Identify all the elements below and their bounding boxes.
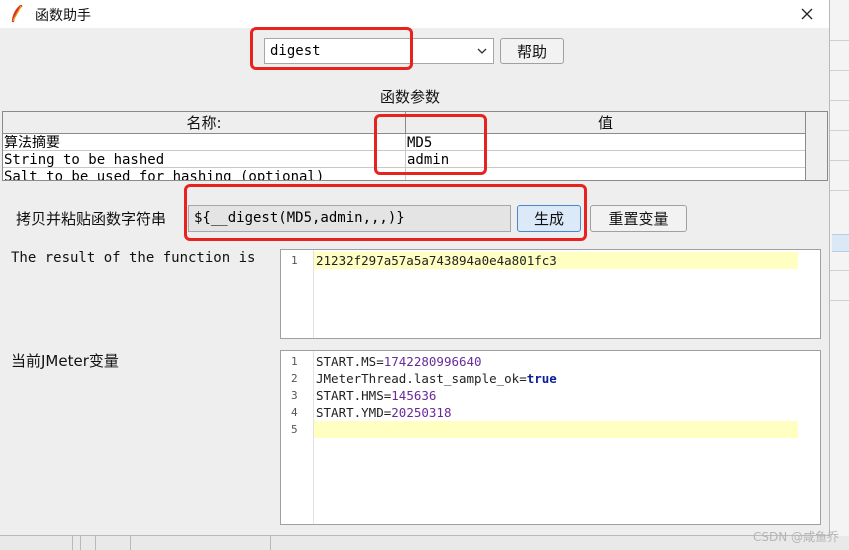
result-editor[interactable]: 1 21232f297a57a5a743894a0e4a801fc3 [280,249,821,339]
variable-line: START.MS=1742280996640 [316,354,482,369]
background-app-bottom [0,536,849,550]
variable-value: 145636 [391,388,437,403]
background-selected-row [832,234,849,252]
variable-key: START.HMS= [316,388,392,403]
result-label: The result of the function is [11,250,256,266]
variable-value: 20250318 [391,405,452,420]
variable-key: START.YMD= [316,405,392,420]
variable-line: START.YMD=20250318 [316,405,451,420]
line-number: 4 [291,406,298,419]
current-line-highlight [314,421,798,438]
parameters-title: 函数参数 [380,88,441,106]
title-bar: 函数助手 [0,0,829,28]
param-value[interactable]: admin [407,152,449,168]
function-select-value: digest [270,43,321,59]
function-string-label: 拷贝并粘贴函数字符串 [16,210,167,228]
variable-line: JMeterThread.last_sample_ok=true [316,371,557,386]
watermark: CSDN @咸鱼乔 [752,530,839,544]
chevron-down-icon [477,48,487,54]
window-title: 函数助手 [35,8,91,24]
feather-icon [11,5,23,23]
column-header-value[interactable]: 值 [406,112,806,134]
column-header-name[interactable]: 名称: [3,112,406,134]
help-button[interactable]: 帮助 [500,38,564,64]
function-string-field[interactable]: ${__digest(MD5,admin,,,)} [188,205,511,232]
line-number: 1 [291,254,298,267]
variable-key: JMeterThread.last_sample_ok= [316,371,527,386]
close-button[interactable] [785,0,829,28]
line-gutter: 1 2 3 4 5 [281,351,314,524]
table-scrollbar[interactable] [805,112,827,180]
result-value[interactable]: 21232f297a57a5a743894a0e4a801fc3 [316,253,557,268]
table-row[interactable]: 算法摘要 MD5 [3,135,806,151]
background-app-panel [830,0,849,550]
variable-value: 1742280996640 [383,354,482,369]
table-row[interactable]: String to be hashed admin [3,152,806,168]
line-number: 1 [291,355,298,368]
variable-key: START.MS= [316,354,384,369]
close-icon [801,8,813,20]
variable-line: START.HMS=145636 [316,388,436,403]
function-helper-dialog: 函数助手 digest 帮助 函数参数 名称: 值 算法摘要 MD5 Strin… [0,0,830,536]
function-select[interactable]: digest [264,38,494,64]
jmeter-variables-label: 当前JMeter变量 [11,352,119,370]
param-name: String to be hashed [4,152,165,168]
line-gutter: 1 [281,250,314,338]
parameters-table: 名称: 值 算法摘要 MD5 String to be hashed admin… [2,111,828,181]
reset-variables-button[interactable]: 重置变量 [590,205,687,232]
line-number: 2 [291,372,298,385]
line-number: 5 [291,423,298,436]
param-name: Salt to be used for hashing (optional) [4,169,325,181]
generate-button[interactable]: 生成 [517,205,581,232]
table-row[interactable]: Salt to be used for hashing (optional) [3,169,806,181]
variables-editor[interactable]: 1 2 3 4 5 START.MS=1742280996640 JMeterT… [280,350,821,525]
line-number: 3 [291,389,298,402]
param-value[interactable]: MD5 [407,135,432,151]
param-name: 算法摘要 [4,135,60,151]
variable-value: true [526,371,557,386]
